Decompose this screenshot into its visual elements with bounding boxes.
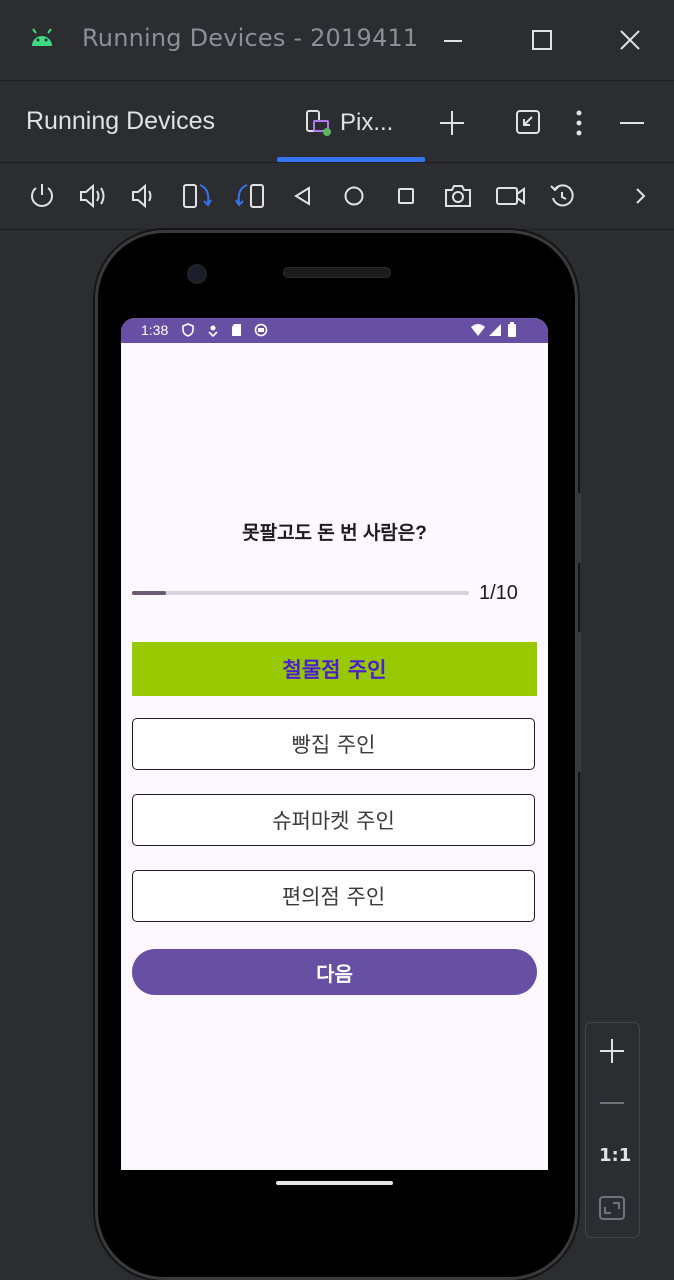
status-bar: 1:38 xyxy=(121,318,548,343)
option-button-3[interactable]: 슈퍼마켓 주인 xyxy=(132,794,535,846)
more-chevron-icon[interactable] xyxy=(632,186,648,206)
home-icon[interactable] xyxy=(343,185,365,207)
debug-icon xyxy=(207,323,219,337)
option-button-2[interactable]: 빵집 주인 xyxy=(132,718,535,770)
rotate-left-icon[interactable] xyxy=(182,181,214,211)
android-icon xyxy=(30,28,54,48)
restore-layout-icon[interactable] xyxy=(515,109,541,135)
close-icon[interactable] xyxy=(619,29,641,51)
volume-up-icon[interactable] xyxy=(78,182,108,210)
tool-window-title: Running Devices xyxy=(26,107,215,135)
more-vert-icon[interactable] xyxy=(569,109,589,137)
front-camera xyxy=(187,264,207,284)
status-time: 1:38 xyxy=(141,322,169,338)
battery-icon xyxy=(507,322,517,338)
wifi-icon xyxy=(470,323,486,337)
speaker-grille xyxy=(283,267,391,278)
volume-down-icon[interactable] xyxy=(130,182,158,210)
side-button xyxy=(577,493,581,563)
zoom-actual-size[interactable]: 1:1 xyxy=(599,1145,631,1166)
zoom-out-icon[interactable] xyxy=(598,1089,626,1117)
screen-record-icon[interactable] xyxy=(495,184,527,208)
screenshot-icon[interactable] xyxy=(443,183,473,209)
option-button-4[interactable]: 편의점 주인 xyxy=(132,870,535,922)
add-icon[interactable] xyxy=(438,109,466,137)
progress-bar xyxy=(132,591,469,595)
signal-icon xyxy=(488,323,502,337)
tool-window-header: Running Devices Pix... xyxy=(0,81,674,163)
next-button[interactable]: 다음 xyxy=(132,949,537,995)
minimize-icon[interactable] xyxy=(442,30,464,52)
hide-icon[interactable] xyxy=(618,109,646,137)
fit-screen-icon[interactable] xyxy=(598,1195,626,1221)
device-tab-icon xyxy=(304,109,332,137)
zoom-controls: 1:1 xyxy=(585,1022,640,1238)
device-tab[interactable]: Pix... xyxy=(300,105,410,141)
power-icon[interactable] xyxy=(28,182,56,210)
maximize-icon[interactable] xyxy=(531,29,553,51)
device-toolbar xyxy=(0,163,674,230)
reset-icon[interactable] xyxy=(548,182,576,210)
gesture-nav-bar[interactable] xyxy=(276,1181,393,1185)
tab-underline xyxy=(277,157,425,162)
option-button-1[interactable]: 철물점 주인 xyxy=(132,642,537,696)
question-text: 못팔고도 돈 번 사람은? xyxy=(242,523,427,544)
window-title: Running Devices - 2019411 xyxy=(82,24,419,52)
device-tab-label: Pix... xyxy=(340,109,394,136)
device-screen[interactable]: 1:38 못팔고도 돈 번 사람은? 1/10 철물점 주인 빵집 주인 슈퍼마… xyxy=(121,318,548,1170)
progress-text: 1/10 xyxy=(479,582,518,604)
volume-rocker xyxy=(577,632,581,772)
rotate-right-icon[interactable] xyxy=(234,181,266,211)
back-icon[interactable] xyxy=(292,185,314,207)
progress-fill xyxy=(132,591,166,595)
sd-card-icon xyxy=(231,323,243,337)
zoom-in-icon[interactable] xyxy=(598,1037,626,1065)
shield-icon xyxy=(181,323,195,337)
title-bar: Running Devices - 2019411 xyxy=(0,0,674,81)
overview-icon[interactable] xyxy=(396,186,416,206)
app-notification-icon xyxy=(254,323,268,337)
